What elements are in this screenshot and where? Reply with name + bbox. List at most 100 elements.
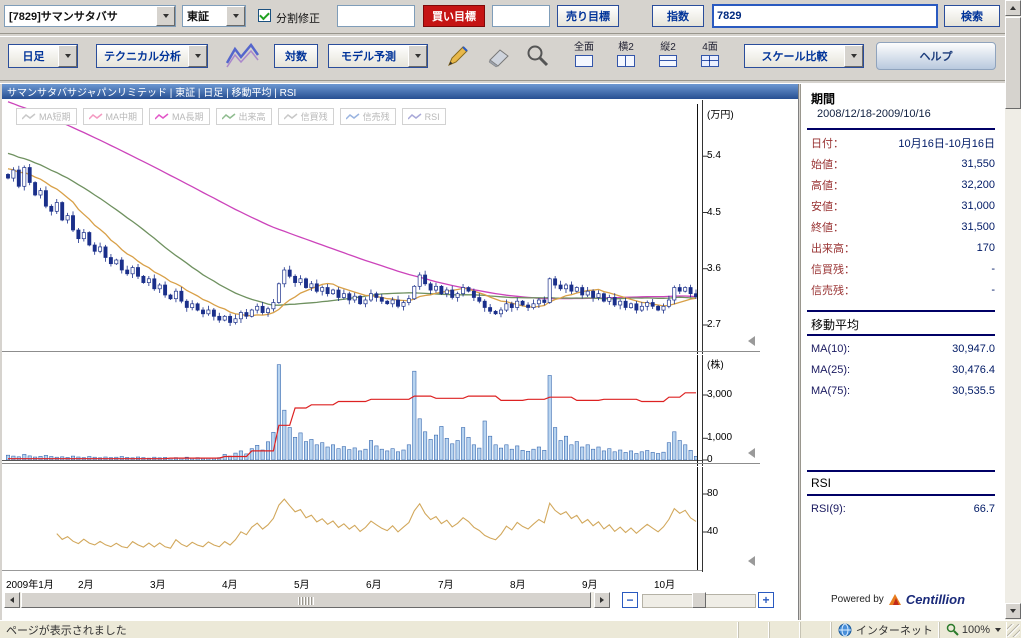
- index-button[interactable]: 指数: [652, 5, 704, 27]
- legend-label: 信売残: [363, 110, 390, 123]
- x-axis-month-label: 3月: [150, 576, 166, 591]
- resize-grip-icon[interactable]: [1007, 624, 1020, 637]
- data-row: 日付：10月16日-10月16日: [811, 132, 995, 153]
- volume-bar: [277, 365, 280, 460]
- zoom-out-button[interactable]: −: [622, 592, 638, 608]
- chevron-down-icon[interactable]: [58, 45, 77, 67]
- volume-bar: [575, 442, 578, 460]
- chevron-down-icon[interactable]: [995, 628, 1001, 632]
- section-divider: [807, 470, 995, 472]
- candle: [164, 285, 167, 295]
- volume-bar: [591, 449, 594, 460]
- chevron-down-icon[interactable]: [844, 45, 863, 67]
- legend-toggle[interactable]: 出来高: [216, 108, 272, 125]
- chevron-down-icon[interactable]: [408, 45, 427, 67]
- legend-toggle[interactable]: MA長期: [149, 108, 210, 125]
- buy-target-button[interactable]: 買い目標: [423, 5, 485, 27]
- chevron-down-icon[interactable]: [188, 45, 207, 67]
- candle: [77, 230, 80, 239]
- chart-type-icon[interactable]: [222, 42, 264, 70]
- scale-compare-selector[interactable]: スケール比較: [744, 44, 864, 68]
- stock-selector[interactable]: [7829]サマンサタバサ: [4, 5, 176, 27]
- legend-line-icon: [222, 113, 236, 121]
- eraser-icon: [484, 44, 512, 68]
- model-forecast-value: モデル予測: [329, 45, 408, 67]
- pane-divider[interactable]: [2, 351, 760, 355]
- eraser-button[interactable]: [480, 42, 516, 70]
- scroll-down-button[interactable]: [1005, 603, 1021, 619]
- volume-bar: [12, 456, 15, 460]
- layout-button-1[interactable]: 横2: [608, 38, 644, 70]
- code-search-input[interactable]: [712, 4, 938, 28]
- collapse-pane-icon[interactable]: [748, 448, 755, 458]
- x-axis-month-label: 7月: [438, 576, 454, 591]
- candle: [478, 298, 481, 302]
- period-value: 2008/12/18-2009/10/16: [817, 108, 931, 120]
- candle: [516, 301, 519, 307]
- chart-panel: サマンサタバサジャパンリミテッド | 東証 | 日足 | 移動平均 | RSI …: [2, 84, 799, 620]
- legend-toggle[interactable]: MA短期: [16, 108, 77, 125]
- candle: [12, 170, 15, 178]
- candle: [570, 285, 573, 291]
- volume-bar: [326, 447, 329, 460]
- market-selector[interactable]: 東証: [182, 5, 246, 27]
- zoom-slider-thumb[interactable]: [692, 592, 706, 608]
- split-adjust-checkbox[interactable]: [258, 9, 271, 22]
- candle: [651, 303, 654, 307]
- volume-bar: [597, 447, 600, 460]
- vertical-scrollbar[interactable]: [1005, 0, 1021, 620]
- field-label: 信売残：: [811, 282, 855, 298]
- vertical-scroll-thumb[interactable]: [1005, 17, 1021, 109]
- model-forecast-selector[interactable]: モデル予測: [328, 44, 428, 68]
- layout-button-0[interactable]: 全面: [566, 38, 602, 70]
- legend-toggle[interactable]: RSI: [402, 108, 446, 125]
- price-volume-rsi-chart[interactable]: [2, 100, 760, 574]
- timeframe-selector[interactable]: 日足: [8, 44, 78, 68]
- scroll-left-button[interactable]: [4, 592, 20, 608]
- chevron-down-icon[interactable]: [226, 6, 245, 26]
- legend-line-icon: [346, 113, 360, 121]
- collapse-pane-icon[interactable]: [748, 336, 755, 346]
- chevron-down-icon[interactable]: [156, 6, 175, 26]
- legend-toggle[interactable]: 信売残: [340, 108, 396, 125]
- market-selector-value: 東証: [183, 6, 226, 26]
- section-divider: [807, 310, 995, 312]
- sell-target-input[interactable]: [492, 5, 550, 27]
- legend-line-icon: [155, 113, 169, 121]
- scroll-up-button[interactable]: [1005, 0, 1021, 16]
- candle: [304, 279, 307, 288]
- layout-button-3[interactable]: 4面: [692, 38, 728, 70]
- candle: [489, 308, 492, 312]
- technical-analysis-selector[interactable]: テクニカル分析: [96, 44, 208, 68]
- buy-target-input[interactable]: [337, 5, 415, 27]
- candle: [239, 313, 242, 319]
- candle: [223, 316, 226, 320]
- search-button[interactable]: 検索: [944, 5, 1000, 27]
- volume-bar: [391, 449, 394, 460]
- log-scale-button[interactable]: 対数: [274, 44, 318, 68]
- horizontal-scroll-thumb[interactable]: [21, 592, 591, 608]
- pane-divider[interactable]: [2, 463, 760, 467]
- layout-button-2[interactable]: 縦2: [650, 38, 686, 70]
- zoom-in-button[interactable]: +: [758, 592, 774, 608]
- scroll-right-button[interactable]: [594, 592, 610, 608]
- axis-tick-label: 4.5: [707, 207, 721, 218]
- volume-bar: [581, 447, 584, 460]
- zoom-tool-button[interactable]: [520, 42, 556, 70]
- x-axis-month-label: 5月: [294, 576, 310, 591]
- volume-bar: [624, 452, 627, 460]
- candle: [266, 309, 269, 313]
- candle: [613, 298, 616, 306]
- help-button[interactable]: ヘルプ: [876, 42, 996, 70]
- sell-target-button[interactable]: 売り目標: [557, 5, 619, 27]
- section-divider: [807, 334, 995, 336]
- legend-toggle[interactable]: 信買残: [278, 108, 334, 125]
- candle: [380, 298, 383, 302]
- volume-bar: [348, 450, 351, 460]
- layout-button-label: 4面: [702, 42, 718, 54]
- legend-toggle[interactable]: MA中期: [83, 108, 144, 125]
- volume-bar: [461, 428, 464, 461]
- zoom-status[interactable]: 100%: [940, 622, 1007, 638]
- collapse-pane-icon[interactable]: [748, 556, 755, 566]
- draw-pen-button[interactable]: [440, 42, 476, 70]
